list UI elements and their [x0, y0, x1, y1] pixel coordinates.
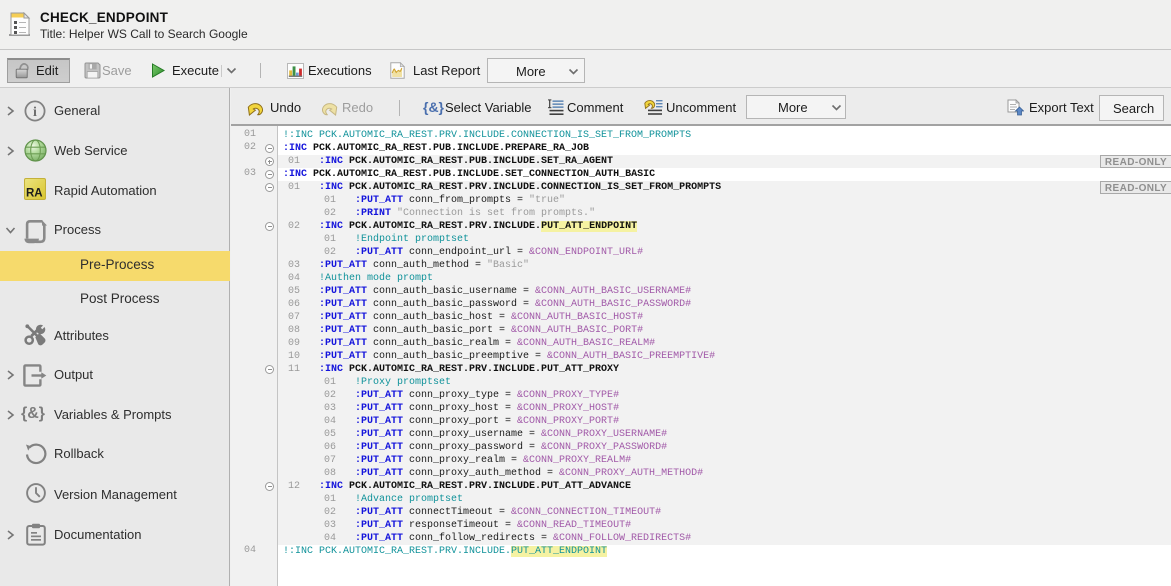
- svg-text:i: i: [33, 105, 37, 120]
- svg-text:RA: RA: [26, 188, 43, 200]
